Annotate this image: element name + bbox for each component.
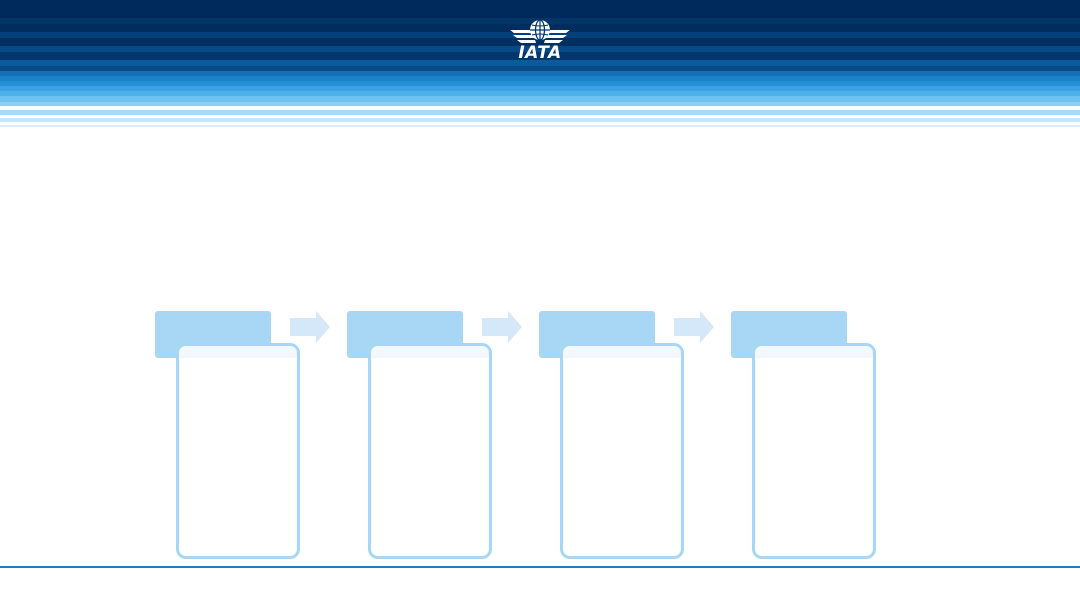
step-3-card [560, 343, 684, 559]
arrow-right-icon [290, 311, 330, 343]
step-card-header [563, 346, 681, 358]
step-2-card [368, 343, 492, 559]
step-card-header [371, 346, 489, 358]
step-card-header [755, 346, 873, 358]
logo-text: IATA [518, 43, 562, 63]
footer-rule [0, 566, 1080, 568]
arrow-right-icon [674, 311, 714, 343]
arrow-right-icon [482, 311, 522, 343]
header-stripe [0, 0, 1080, 18]
step-card-header [179, 346, 297, 358]
step-4-card [752, 343, 876, 559]
header-stripe [0, 125, 1080, 127]
step-1-card [176, 343, 300, 559]
iata-logo: IATA [508, 18, 572, 62]
header-banner: IATA [0, 0, 1080, 128]
iata-globe-wings-icon [510, 19, 570, 43]
